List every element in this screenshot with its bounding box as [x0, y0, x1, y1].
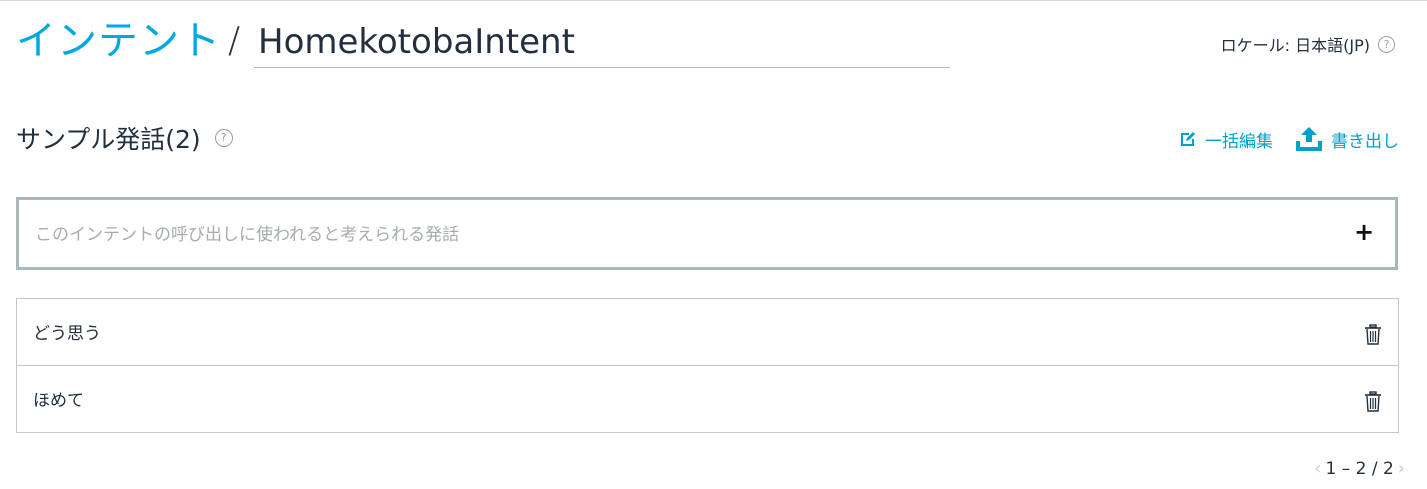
- add-utterance-button[interactable]: +: [1351, 219, 1377, 245]
- new-utterance-input[interactable]: [33, 200, 1327, 269]
- bulk-edit-label: 一括編集: [1205, 131, 1273, 152]
- breadcrumb-separator: /: [228, 20, 241, 61]
- intent-name-input[interactable]: [254, 16, 950, 68]
- new-utterance-box: +: [16, 197, 1398, 270]
- locale-label: ロケール: 日本語(JP): [1220, 36, 1370, 55]
- bulk-edit-button[interactable]: 一括編集: [1179, 127, 1273, 152]
- sample-utterances-heading: サンプル発話(2) ?: [16, 120, 233, 156]
- locale-indicator: ロケール: 日本語(JP) ?: [1221, 32, 1395, 56]
- utterance-actions: 一括編集 書き出し: [1179, 126, 1399, 152]
- top-divider: [0, 0, 1427, 1]
- chevron-left-icon[interactable]: ‹: [1314, 458, 1321, 479]
- sample-utterances-title: サンプル発話(2): [16, 125, 201, 154]
- export-icon: [1295, 126, 1323, 152]
- utterance-list: どう思う ほめて: [16, 298, 1399, 433]
- sample-utterances-help-icon[interactable]: ?: [214, 129, 233, 147]
- pagination: ‹ 1 – 2 / 2 ›: [1314, 458, 1405, 479]
- pagination-range: 1 – 2 / 2: [1325, 458, 1394, 479]
- export-label: 書き出し: [1331, 131, 1399, 152]
- locale-help-icon[interactable]: ?: [1378, 35, 1395, 53]
- trash-icon[interactable]: [1364, 391, 1382, 413]
- page-header: インテント / ロケール: 日本語(JP) ?: [16, 14, 1411, 74]
- export-button[interactable]: 書き出し: [1295, 126, 1399, 152]
- utterance-text[interactable]: ほめて: [33, 386, 84, 411]
- bulk-edit-icon: [1179, 130, 1197, 148]
- breadcrumb-intents-link[interactable]: インテント: [16, 16, 221, 66]
- trash-icon[interactable]: [1364, 324, 1382, 346]
- utterance-row[interactable]: どう思う: [17, 299, 1398, 366]
- utterance-row[interactable]: ほめて: [17, 366, 1398, 432]
- utterance-text[interactable]: どう思う: [33, 319, 101, 344]
- chevron-right-icon[interactable]: ›: [1398, 458, 1405, 479]
